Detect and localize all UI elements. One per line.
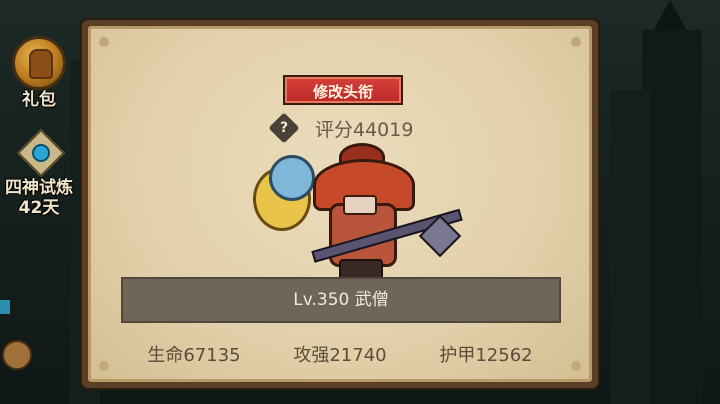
panel-rivet (99, 37, 109, 47)
hero-stats: 生命67135 攻强21740 护甲12562 (91, 341, 589, 367)
gift-icon (12, 36, 66, 90)
stat-hp: 生命67135 (147, 345, 241, 366)
hero-name-bar: Lv.350 武僧 (121, 277, 561, 323)
trial-label: 四神试炼 (5, 178, 73, 198)
hero-crest-blue (269, 155, 315, 201)
side-bubble-button[interactable] (2, 340, 32, 370)
trial-emblem-icon (12, 132, 66, 178)
four-gods-trial-button[interactable]: 四神试炼 42天 (0, 132, 78, 218)
background-tower (642, 30, 702, 404)
edit-title-button[interactable]: 修改头衔 (283, 75, 403, 105)
stat-attack: 攻强21740 (293, 345, 387, 366)
hero-face (343, 195, 377, 215)
panel-rivet (571, 37, 581, 47)
background-tower (610, 90, 650, 404)
hero-info-panel: 修改头衔 ? 评分44019 Lv.350 武僧 生命67135 攻强21740… (82, 20, 598, 388)
trial-days: 42天 (18, 198, 60, 218)
gift-pack-button[interactable]: 礼包 (0, 36, 78, 110)
side-indicator (0, 300, 10, 314)
stat-armor: 护甲12562 (439, 345, 533, 366)
hero-portrait (247, 129, 463, 289)
parchment-area: 修改头衔 ? 评分44019 Lv.350 武僧 生命67135 攻强21740… (88, 26, 592, 382)
gift-label: 礼包 (22, 90, 56, 110)
